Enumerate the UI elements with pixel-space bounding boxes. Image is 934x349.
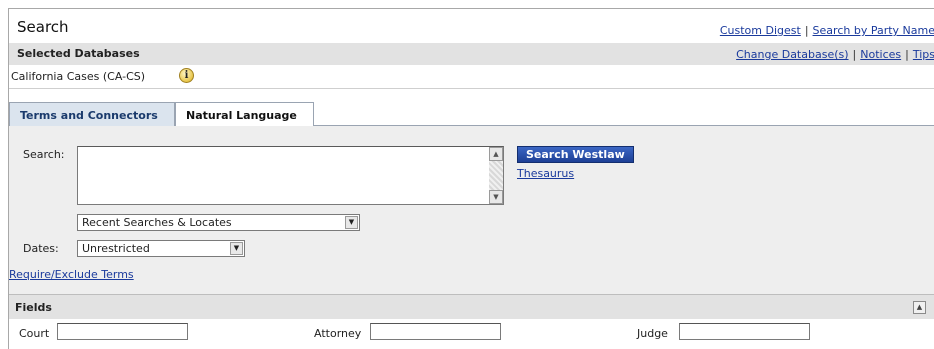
chevron-down-icon: ▼	[345, 216, 358, 229]
link-separator: |	[852, 48, 857, 61]
search-by-party-name-link[interactable]: Search by Party Name	[813, 24, 934, 37]
recent-searches-value: Recent Searches & Locates	[82, 216, 232, 229]
title-row: Search Custom Digest | Search by Party Nam…	[9, 9, 934, 43]
thesaurus-link[interactable]: Thesaurus	[517, 167, 574, 180]
link-separator: |	[804, 24, 809, 37]
dates-select[interactable]: Unrestricted ▼	[77, 240, 245, 257]
database-name-row: California Cases (CA-CS) i	[9, 65, 934, 89]
attorney-field[interactable]	[370, 323, 501, 340]
attorney-label: Attorney	[314, 327, 362, 340]
scroll-up-icon[interactable]: ▲	[489, 147, 503, 161]
info-icon[interactable]: i	[179, 68, 194, 83]
tab-natural-language[interactable]: Natural Language	[175, 102, 314, 127]
dates-label: Dates:	[23, 242, 59, 255]
collapse-icon[interactable]: ▲	[913, 301, 926, 314]
tab-terms-and-connectors[interactable]: Terms and Connectors	[9, 102, 175, 126]
court-field[interactable]	[57, 323, 188, 340]
selected-database-name: California Cases (CA-CS)	[11, 70, 146, 83]
page-title: Search	[17, 18, 69, 36]
header-links: Custom Digest | Search by Party Name	[720, 24, 934, 37]
require-exclude-terms-link[interactable]: Require/Exclude Terms	[9, 268, 134, 281]
fields-bar: Fields ▲	[9, 294, 934, 319]
notices-link[interactable]: Notices	[860, 48, 901, 61]
recent-searches-select[interactable]: Recent Searches & Locates ▼	[77, 214, 360, 231]
change-databases-link[interactable]: Change Database(s)	[736, 48, 848, 61]
database-links: Change Database(s) | Notices | Tips	[736, 48, 934, 61]
fields-title: Fields	[15, 301, 52, 314]
search-page: Search Custom Digest | Search by Party Nam…	[8, 8, 934, 349]
chevron-down-icon: ▼	[230, 242, 243, 255]
link-separator: |	[905, 48, 909, 61]
tips-link[interactable]: Tips	[913, 48, 934, 61]
selected-databases-title: Selected Databases	[17, 47, 140, 60]
search-tabs: Terms and Connectors Natural Language	[9, 102, 934, 127]
scroll-down-icon[interactable]: ▼	[489, 190, 503, 204]
court-label: Court	[19, 327, 50, 340]
search-panel: Search: ▲ ▼ Search Westlaw Thesaurus Rec…	[9, 126, 934, 294]
custom-digest-link[interactable]: Custom Digest	[720, 24, 801, 37]
search-westlaw-button[interactable]: Search Westlaw	[517, 146, 634, 163]
selected-databases-bar: Selected Databases Change Database(s) | No…	[9, 43, 934, 65]
dates-select-value: Unrestricted	[82, 242, 150, 255]
judge-field[interactable]	[679, 323, 810, 340]
search-label: Search:	[23, 148, 65, 161]
judge-label: Judge	[637, 327, 668, 340]
search-input[interactable]	[77, 146, 504, 205]
